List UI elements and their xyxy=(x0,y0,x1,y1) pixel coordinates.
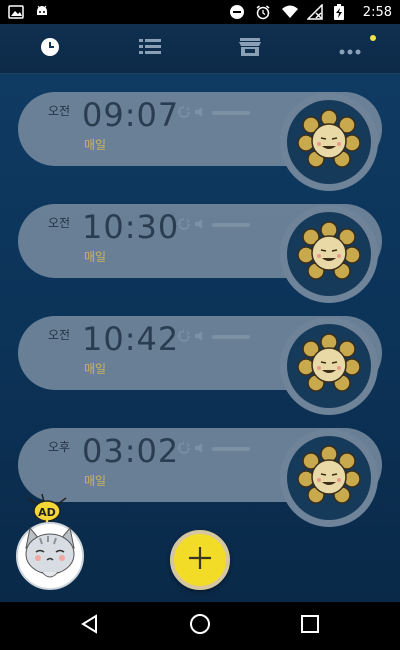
clock-time: 2:58 xyxy=(362,4,392,20)
cat-ad-icon: AD xyxy=(16,493,84,590)
alarm-repeat: 매일 xyxy=(84,250,107,264)
alarm-toggle[interactable] xyxy=(280,429,378,527)
navigation-bar xyxy=(0,602,400,650)
volume-icon xyxy=(194,103,206,122)
no-signal-icon xyxy=(305,3,323,20)
alarm-repeat: 매일 xyxy=(84,474,107,488)
plus-icon xyxy=(187,545,213,575)
alarm-time: 10:42 xyxy=(82,320,180,358)
image-icon xyxy=(8,4,24,20)
svg-text:AD: AD xyxy=(38,506,56,519)
volume-slider[interactable] xyxy=(212,222,250,227)
battery-charging-icon xyxy=(333,4,349,20)
notification-dot xyxy=(370,35,376,41)
home-button[interactable] xyxy=(160,602,240,650)
wifi-icon xyxy=(281,4,298,20)
alarm-ampm: 오전 xyxy=(48,216,71,230)
alarm-ampm: 오후 xyxy=(48,440,71,454)
volume-slider[interactable] xyxy=(212,110,250,115)
volume-slider[interactable] xyxy=(212,446,250,451)
flower-face-icon xyxy=(297,108,361,176)
alarm-ampm: 오전 xyxy=(48,328,71,342)
flower-face-icon xyxy=(297,444,361,512)
alarm-time: 03:02 xyxy=(82,432,180,470)
ad-cat-button[interactable]: AD xyxy=(14,493,86,592)
alarm-toggle[interactable] xyxy=(280,317,378,415)
alarm-ampm: 오전 xyxy=(48,104,71,118)
alarm-toggle[interactable] xyxy=(280,93,378,191)
alarm-item[interactable]: 오전 10:42 매일 xyxy=(18,316,382,415)
snooze-icon xyxy=(178,439,190,458)
tab-store[interactable] xyxy=(200,24,300,74)
list-icon xyxy=(139,38,161,60)
tab-list[interactable] xyxy=(100,24,200,74)
android-icon xyxy=(34,4,50,20)
dnd-icon xyxy=(229,4,245,20)
volume-icon xyxy=(194,327,206,346)
flower-face-icon xyxy=(297,220,361,288)
back-triangle-icon xyxy=(80,614,100,638)
alarm-toggle[interactable] xyxy=(280,205,378,303)
home-circle-icon xyxy=(189,613,211,639)
alarm-item[interactable]: 오전 10:30 매일 xyxy=(18,204,382,303)
recent-apps-button[interactable] xyxy=(270,602,350,650)
alarm-item[interactable]: 오전 09:07 매일 xyxy=(18,92,382,191)
clock-icon xyxy=(40,37,60,61)
alarm-repeat: 매일 xyxy=(84,138,107,152)
alarm-time: 10:30 xyxy=(82,208,180,246)
recent-square-icon xyxy=(300,614,320,638)
tab-more[interactable] xyxy=(300,24,400,74)
alarm-repeat: 매일 xyxy=(84,362,107,376)
alarm-clock-icon xyxy=(255,4,271,20)
back-button[interactable] xyxy=(50,602,130,650)
flower-face-icon xyxy=(297,332,361,400)
alarm-time: 09:07 xyxy=(82,96,180,134)
volume-icon xyxy=(194,439,206,458)
more-icon xyxy=(339,40,361,59)
snooze-icon xyxy=(178,103,190,122)
status-bar: 2:58 xyxy=(0,0,400,24)
snooze-icon xyxy=(178,327,190,346)
volume-slider[interactable] xyxy=(212,334,250,339)
tab-alarm[interactable] xyxy=(0,24,100,74)
volume-icon xyxy=(194,215,206,234)
top-tab-bar xyxy=(0,24,400,74)
snooze-icon xyxy=(178,215,190,234)
store-icon xyxy=(239,37,261,61)
add-alarm-button[interactable] xyxy=(170,530,230,590)
